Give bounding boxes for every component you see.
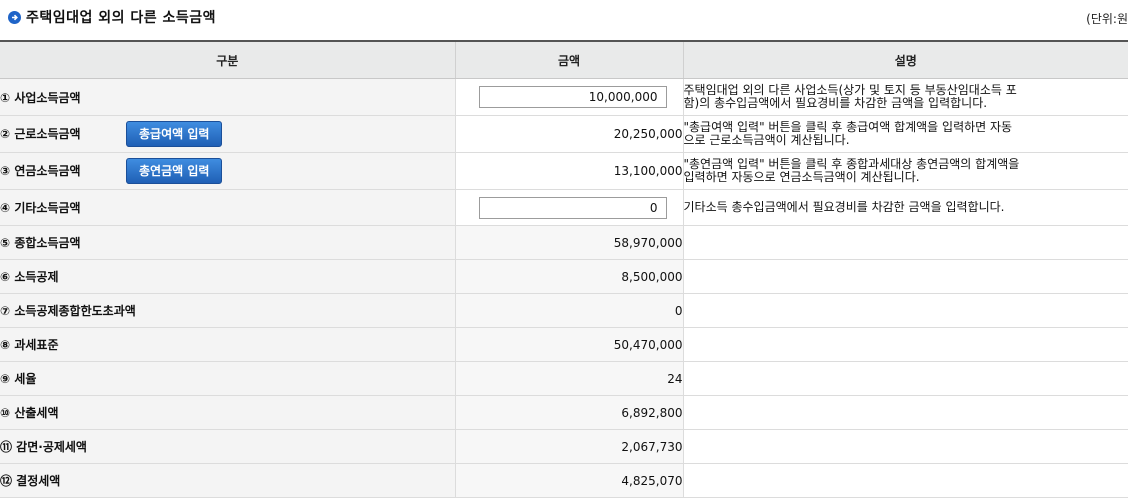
amount-cell: 24 [455, 362, 683, 396]
row-label-cell: ⑫ 결정세액 [0, 464, 455, 498]
description-line: 입력하면 자동으로 연금소득금액이 계산됩니다. [684, 171, 1128, 184]
col-header-amount: 금액 [455, 41, 683, 79]
row-label-cell: ⑦ 소득공제종합한도초과액 [0, 294, 455, 328]
description-line: 기타소득 총수입금액에서 필요경비를 차감한 금액을 입력합니다. [684, 201, 1128, 214]
row-label-cell: ⑪ 감면·공제세액 [0, 430, 455, 464]
description-cell [683, 294, 1128, 328]
description-line: 함)의 총수입금액에서 필요경비를 차감한 금액을 입력합니다. [684, 97, 1128, 110]
total-pension-input-button[interactable]: 총연금액 입력 [126, 158, 222, 184]
amount-cell [455, 190, 683, 226]
description-cell [683, 226, 1128, 260]
row-label: ⑫ 결정세액 [0, 472, 118, 489]
description-cell [683, 464, 1128, 498]
row-label: ⑦ 소득공제종합한도초과액 [0, 302, 136, 319]
amount-cell: 0 [455, 294, 683, 328]
table-header-row: 구분 금액 설명 [0, 41, 1128, 79]
row-label-cell: ⑩ 산출세액 [0, 396, 455, 430]
description-cell [683, 396, 1128, 430]
row-label-cell: ⑤ 종합소득금액 [0, 226, 455, 260]
amount-cell: 20,250,000 [455, 116, 683, 153]
table-row-tax-credit: ⑪ 감면·공제세액 2,067,730 [0, 430, 1128, 464]
arrow-circle-icon [8, 11, 21, 24]
amount-cell: 2,067,730 [455, 430, 683, 464]
table-row-earned-income: ② 근로소득금액 총급여액 입력 20,250,000 "총급여액 입력" 버튼을… [0, 116, 1128, 153]
row-label: ④ 기타소득금액 [0, 199, 118, 216]
section-title: 주택임대업 외의 다른 소득금액 [26, 7, 216, 27]
row-label-cell: ⑥ 소득공제 [0, 260, 455, 294]
table-row-calculated-tax: ⑩ 산출세액 6,892,800 [0, 396, 1128, 430]
amount-cell: 50,470,000 [455, 328, 683, 362]
row-label: ② 근로소득금액 [0, 125, 118, 142]
amount-cell: 8,500,000 [455, 260, 683, 294]
row-label: ⑪ 감면·공제세액 [0, 438, 118, 455]
amount-cell: 58,970,000 [455, 226, 683, 260]
table-row-income-deduction: ⑥ 소득공제 8,500,000 [0, 260, 1128, 294]
table-row-total-income: ⑤ 종합소득금액 58,970,000 [0, 226, 1128, 260]
section-header: 주택임대업 외의 다른 소득금액 (단위:원 [0, 0, 1128, 40]
row-label: ⑨ 세율 [0, 370, 118, 387]
description-cell [683, 260, 1128, 294]
table-row-pension-income: ③ 연금소득금액 총연금액 입력 13,100,000 "총연금액 입력" 버튼을… [0, 153, 1128, 190]
amount-cell: 13,100,000 [455, 153, 683, 190]
row-label-cell: ⑧ 과세표준 [0, 328, 455, 362]
table-row-deduction-excess: ⑦ 소득공제종합한도초과액 0 [0, 294, 1128, 328]
row-label: ③ 연금소득금액 [0, 162, 118, 179]
description-cell: "총급여액 입력" 버튼을 클릭 후 총급여액 합계액을 입력하면 자동으로 근… [683, 116, 1128, 153]
amount-cell: 6,892,800 [455, 396, 683, 430]
row-label: ⑧ 과세표준 [0, 336, 118, 353]
other-income-input[interactable] [479, 197, 667, 219]
amount-cell: 4,825,070 [455, 464, 683, 498]
table-row-tax-rate: ⑨ 세율 24 [0, 362, 1128, 396]
income-table: 구분 금액 설명 ① 사업소득금액 주택임대업 외의 다른 사업소득(상가 및 … [0, 40, 1128, 498]
row-label-cell: ① 사업소득금액 [0, 79, 455, 116]
table-row-other-income: ④ 기타소득금액 기타소득 총수입금액에서 필요경비를 차감한 금액을 입력합니… [0, 190, 1128, 226]
business-income-input[interactable] [479, 86, 667, 108]
row-label-cell: ③ 연금소득금액 총연금액 입력 [0, 153, 455, 190]
description-cell: "총연금액 입력" 버튼을 클릭 후 종합과세대상 총연금액의 합계액을입력하면… [683, 153, 1128, 190]
description-cell [683, 328, 1128, 362]
row-label-cell: ⑨ 세율 [0, 362, 455, 396]
description-cell [683, 430, 1128, 464]
row-label: ⑤ 종합소득금액 [0, 234, 118, 251]
unit-label: (단위:원 [1086, 10, 1128, 27]
description-cell: 기타소득 총수입금액에서 필요경비를 차감한 금액을 입력합니다. [683, 190, 1128, 226]
description-line: 으로 근로소득금액이 계산됩니다. [684, 134, 1128, 147]
col-header-category: 구분 [0, 41, 455, 79]
amount-cell [455, 79, 683, 116]
description-cell: 주택임대업 외의 다른 사업소득(상가 및 토지 등 부동산임대소득 포함)의 … [683, 79, 1128, 116]
row-label: ⑩ 산출세액 [0, 404, 118, 421]
row-label: ① 사업소득금액 [0, 89, 118, 106]
description-cell [683, 362, 1128, 396]
table-row-business-income: ① 사업소득금액 주택임대업 외의 다른 사업소득(상가 및 토지 등 부동산임… [0, 79, 1128, 116]
row-label-cell: ④ 기타소득금액 [0, 190, 455, 226]
row-label: ⑥ 소득공제 [0, 268, 118, 285]
row-label-cell: ② 근로소득금액 총급여액 입력 [0, 116, 455, 153]
total-salary-input-button[interactable]: 총급여액 입력 [126, 121, 222, 147]
col-header-description: 설명 [683, 41, 1128, 79]
table-row-tax-base: ⑧ 과세표준 50,470,000 [0, 328, 1128, 362]
table-row-determined-tax: ⑫ 결정세액 4,825,070 [0, 464, 1128, 498]
